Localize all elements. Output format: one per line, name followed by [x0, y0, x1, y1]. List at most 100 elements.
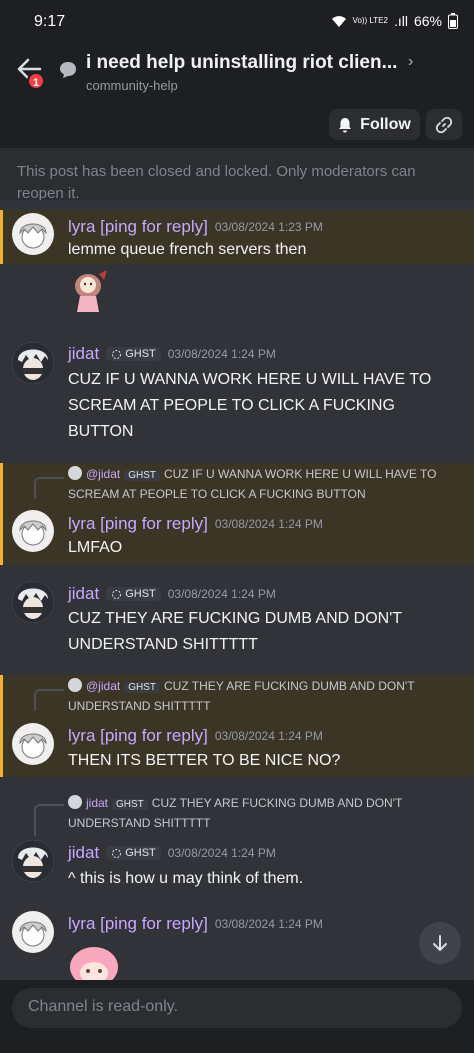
timestamp: 03/08/2024 1:24 PM [214, 917, 323, 931]
reply-author: @jidat [86, 467, 121, 481]
author-name[interactable]: jidat [68, 584, 99, 604]
reply-avatar [68, 795, 82, 809]
sticker-image[interactable] [68, 943, 120, 980]
reply-preview[interactable]: @jidat GHST CUZ THEY ARE FUCKING DUMB AND … [68, 677, 468, 716]
message-text: CUZ IF U WANNA WORK HERE U WILL HAVE TO … [68, 371, 432, 440]
server-tag-label: GHST [125, 588, 156, 600]
status-icons: Vo)) LTE2 .ıll 66% [331, 13, 458, 29]
avatar[interactable] [12, 911, 54, 953]
message-input[interactable]: Channel is read-only. [12, 988, 462, 1028]
message-text: ^ this is how u may think of them. [68, 870, 304, 887]
author-name[interactable]: lyra [ping for reply] [68, 217, 208, 237]
author-name[interactable]: jidat [68, 344, 99, 364]
avatar[interactable] [12, 723, 54, 765]
avatar[interactable] [12, 213, 54, 255]
unread-badge: 1 [27, 72, 45, 90]
avatar[interactable] [12, 581, 54, 623]
wifi-icon [331, 15, 346, 27]
tag-icon [112, 349, 122, 359]
avatar[interactable] [12, 342, 54, 384]
timestamp: 03/08/2024 1:23 PM [214, 220, 323, 234]
reply-tag: GHST [124, 682, 160, 693]
signal-icon: .ıll [393, 13, 408, 29]
reply-preview[interactable]: jidat GHST CUZ THEY ARE FUCKING DUMB AND D… [68, 794, 468, 833]
message-text: THEN ITS BETTER TO BE NICE NO? [68, 752, 341, 769]
composer-bar: Channel is read-only. [0, 980, 474, 1053]
message-header: jidat GHST 03/08/2024 1:24 PM [68, 843, 276, 863]
reply-connector [34, 689, 64, 711]
anime-avatar-image [19, 921, 47, 947]
copy-link-button[interactable] [426, 109, 462, 140]
anime-avatar-image [19, 520, 47, 546]
thread-actions: Follow [0, 102, 474, 146]
reply-avatar [68, 678, 82, 692]
server-tag-label: GHST [125, 847, 156, 859]
message-text: LMFAO [68, 539, 123, 556]
channel-name[interactable]: community-help [86, 78, 178, 93]
network-label: Vo)) LTE2 [352, 16, 388, 25]
author-name[interactable]: lyra [ping for reply] [68, 514, 208, 534]
timestamp: 03/08/2024 1:24 PM [167, 587, 276, 601]
status-time: 9:17 [34, 13, 66, 30]
message-header: jidat GHST 03/08/2024 1:24 PM [68, 584, 276, 604]
message-list[interactable]: lyra [ping for reply] 03/08/2024 1:23 PM… [0, 200, 474, 980]
server-tag-label: GHST [125, 348, 156, 360]
message-item[interactable]: jidat GHST 03/08/2024 1:24 PM CUZ THEY A… [0, 575, 474, 660]
thread-header: 1 i need help uninstalling riot clien...… [0, 44, 474, 102]
thread-title[interactable]: i need help uninstalling riot clien... [86, 52, 408, 74]
message-header: lyra [ping for reply] 03/08/2024 1:24 PM [68, 514, 323, 534]
reply-tag: GHST [124, 470, 160, 481]
message-text: CUZ THEY ARE FUCKING DUMB AND DON'T UNDE… [68, 610, 402, 653]
author-name[interactable]: lyra [ping for reply] [68, 726, 208, 746]
battery-icon [448, 13, 458, 29]
author-name[interactable]: jidat [68, 843, 99, 863]
anime-avatar-image [12, 581, 54, 623]
author-name[interactable]: lyra [ping for reply] [68, 914, 208, 934]
reply-avatar [68, 466, 82, 480]
arrow-down-icon [433, 935, 447, 951]
reply-connector [34, 477, 64, 499]
message-item[interactable]: jidat GHST 03/08/2024 1:24 PM CUZ IF U W… [0, 336, 474, 448]
timestamp: 03/08/2024 1:24 PM [167, 347, 276, 361]
message-item[interactable]: lyra [ping for reply] 03/08/2024 1:23 PM… [0, 210, 474, 264]
jump-to-bottom-button[interactable] [419, 922, 461, 964]
chevron-right-icon[interactable]: › [408, 53, 413, 71]
timestamp: 03/08/2024 1:24 PM [214, 517, 323, 531]
message-header: lyra [ping for reply] 03/08/2024 1:24 PM [68, 914, 323, 934]
anime-avatar-image [12, 342, 54, 384]
link-icon [435, 116, 453, 133]
tag-icon [112, 848, 122, 858]
bell-icon [339, 117, 352, 132]
reply-connector [34, 804, 64, 836]
message-item[interactable]: @jidat GHST CUZ IF U WANNA WORK HERE U WIL… [0, 463, 474, 565]
follow-label: Follow [360, 115, 411, 133]
timestamp: 03/08/2024 1:24 PM [167, 846, 276, 860]
follow-button[interactable]: Follow [329, 109, 420, 140]
reply-author: jidat [86, 796, 109, 810]
tag-icon [112, 589, 122, 599]
anime-avatar-image [19, 223, 47, 249]
message-header: lyra [ping for reply] 03/08/2024 1:23 PM [68, 217, 323, 237]
message-item[interactable]: jidat GHST CUZ THEY ARE FUCKING DUMB AND D… [0, 790, 474, 895]
reply-tag: GHST [112, 799, 148, 810]
avatar[interactable] [12, 510, 54, 552]
message-header: jidat GHST 03/08/2024 1:24 PM [68, 344, 276, 364]
message-item[interactable]: @jidat GHST CUZ THEY ARE FUCKING DUMB AND … [0, 675, 474, 777]
avatar[interactable] [12, 840, 54, 882]
anime-avatar-image [12, 840, 54, 882]
message-item[interactable]: lyra [ping for reply] 03/08/2024 1:24 PM [0, 905, 474, 980]
message-header: lyra [ping for reply] 03/08/2024 1:24 PM [68, 726, 323, 746]
timestamp: 03/08/2024 1:24 PM [214, 729, 323, 743]
message-text: lemme queue french servers then [68, 241, 307, 258]
locked-notice: This post has been closed and locked. On… [0, 148, 474, 200]
battery-percent: 66% [413, 13, 442, 29]
sticker-image[interactable] [66, 266, 110, 316]
server-tag[interactable]: GHST [106, 587, 161, 601]
server-tag[interactable]: GHST [106, 846, 161, 860]
thread-icon [60, 62, 76, 78]
anime-avatar-image [19, 733, 47, 759]
status-bar: 9:17 Vo)) LTE2 .ıll 66% [0, 0, 474, 44]
reply-author: @jidat [86, 679, 121, 693]
reply-preview[interactable]: @jidat GHST CUZ IF U WANNA WORK HERE U WIL… [68, 465, 468, 504]
server-tag[interactable]: GHST [106, 347, 161, 361]
